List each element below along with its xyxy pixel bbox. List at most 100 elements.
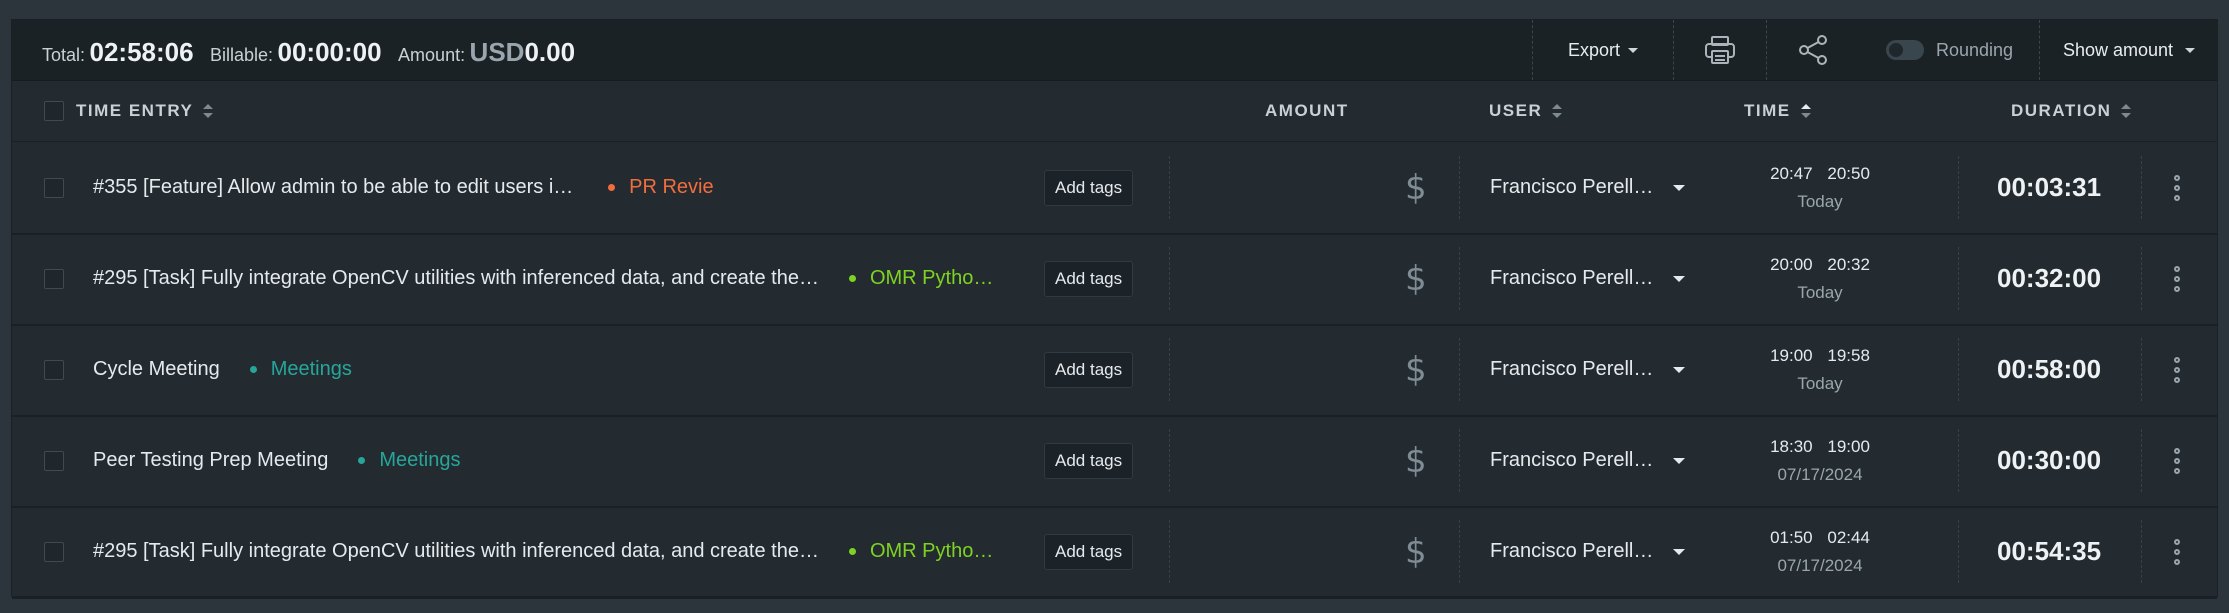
checkbox[interactable]	[44, 359, 64, 380]
add-tags-cell[interactable]: Add tags	[1044, 506, 1134, 597]
dollar-icon[interactable]: $	[1405, 441, 1427, 481]
entry-date[interactable]: Today	[1797, 374, 1842, 394]
start-time[interactable]: 19:00	[1770, 346, 1813, 365]
add-tags-button[interactable]: Add tags	[1044, 351, 1134, 388]
sort-icon[interactable]	[1552, 104, 1563, 118]
add-tags-cell[interactable]: Add tags	[1044, 415, 1134, 506]
add-tags-button[interactable]: Add tags	[1044, 260, 1134, 297]
duration-value[interactable]: 00:32:00	[1997, 263, 2101, 294]
billable-toggle[interactable]: $	[1405, 142, 1427, 233]
share-button[interactable]	[1767, 20, 1859, 80]
rounding-toggle[interactable]: Rounding	[1867, 20, 2032, 80]
duration-cell[interactable]: 00:03:31	[1997, 142, 2101, 233]
duration-value[interactable]: 00:03:31	[1997, 172, 2101, 203]
add-tags-button[interactable]: Add tags	[1044, 533, 1134, 570]
description-cell[interactable]: #295 [Task] Fully integrate OpenCV utili…	[93, 506, 1033, 597]
billable-toggle[interactable]: $	[1405, 415, 1427, 506]
start-time[interactable]: 18:30	[1770, 437, 1813, 456]
entry-description[interactable]: Peer Testing Prep Meeting	[93, 449, 328, 472]
entry-description[interactable]: #295 [Task] Fully integrate OpenCV utili…	[93, 540, 819, 563]
sort-icon[interactable]	[2121, 104, 2132, 118]
time-range[interactable]: 20:00 20:32 Today	[1750, 233, 1890, 324]
billable-toggle[interactable]: $	[1405, 233, 1427, 324]
row-checkbox[interactable]	[44, 324, 64, 415]
sort-icon[interactable]	[1800, 104, 1811, 118]
column-user[interactable]: USER	[1489, 81, 1563, 141]
description-cell[interactable]: Cycle Meeting Meetings	[93, 324, 713, 415]
user-select[interactable]: Francisco Perell…	[1490, 506, 1686, 597]
billable-toggle[interactable]: $	[1405, 324, 1427, 415]
column-time[interactable]: TIME	[1744, 81, 1811, 141]
user-select[interactable]: Francisco Perell…	[1490, 415, 1686, 506]
duration-cell[interactable]: 00:54:35	[1997, 506, 2101, 597]
select-all-checkbox[interactable]	[44, 81, 64, 141]
dollar-icon[interactable]: $	[1405, 532, 1427, 572]
add-tags-button[interactable]: Add tags	[1044, 442, 1134, 479]
description-cell[interactable]: #295 [Task] Fully integrate OpenCV utili…	[93, 233, 1033, 324]
duration-cell[interactable]: 00:30:00	[1997, 415, 2101, 506]
user-select[interactable]: Francisco Perell…	[1490, 324, 1686, 415]
export-button[interactable]: Export	[1533, 20, 1673, 80]
end-time[interactable]: 02:44	[1827, 528, 1870, 547]
entry-date[interactable]: 07/17/2024	[1777, 556, 1862, 576]
checkbox[interactable]	[44, 101, 64, 121]
checkbox[interactable]	[44, 541, 64, 562]
column-duration[interactable]: DURATION	[2011, 81, 2132, 141]
checkbox[interactable]	[44, 450, 64, 471]
end-time[interactable]: 19:58	[1827, 346, 1870, 365]
end-time[interactable]: 19:00	[1827, 437, 1870, 456]
dollar-icon[interactable]: $	[1405, 259, 1427, 299]
table-row[interactable]: #295 [Task] Fully integrate OpenCV utili…	[12, 233, 2217, 326]
show-amount-dropdown[interactable]: Show amount	[2040, 20, 2218, 80]
duration-value[interactable]: 00:58:00	[1997, 354, 2101, 385]
more-options-icon[interactable]	[2174, 506, 2180, 597]
description-cell[interactable]: Peer Testing Prep Meeting Meetings	[93, 415, 713, 506]
more-options-icon[interactable]	[2174, 324, 2180, 415]
entry-date[interactable]: Today	[1797, 283, 1842, 303]
add-tags-cell[interactable]: Add tags	[1044, 233, 1134, 324]
time-range[interactable]: 20:47 20:50 Today	[1750, 142, 1890, 233]
description-cell[interactable]: #355 [Feature] Allow admin to be able to…	[93, 142, 713, 233]
time-range[interactable]: 19:00 19:58 Today	[1750, 324, 1890, 415]
print-button[interactable]	[1674, 20, 1766, 80]
duration-cell[interactable]: 00:58:00	[1997, 324, 2101, 415]
more-options-icon[interactable]	[2174, 415, 2180, 506]
duration-value[interactable]: 00:54:35	[1997, 536, 2101, 567]
user-select[interactable]: Francisco Perell…	[1490, 142, 1686, 233]
end-time[interactable]: 20:50	[1827, 164, 1870, 183]
add-tags-cell[interactable]: Add tags	[1044, 142, 1134, 233]
time-range[interactable]: 18:30 19:00 07/17/2024	[1750, 415, 1890, 506]
row-checkbox[interactable]	[44, 506, 64, 597]
entry-date[interactable]: 07/17/2024	[1777, 465, 1862, 485]
table-row[interactable]: Cycle Meeting Meetings Add tags $ Franci…	[12, 324, 2217, 417]
table-row[interactable]: #355 [Feature] Allow admin to be able to…	[12, 142, 2217, 235]
toggle-switch[interactable]	[1885, 40, 1924, 60]
column-time-entry[interactable]: TIME ENTRY	[76, 81, 214, 141]
entry-description[interactable]: Cycle Meeting	[93, 358, 220, 381]
project-label[interactable]: Meetings	[249, 358, 352, 381]
project-label[interactable]: OMR Pytho…	[848, 267, 993, 290]
user-select[interactable]: Francisco Perell…	[1490, 233, 1686, 324]
more-options-icon[interactable]	[2174, 142, 2180, 233]
row-checkbox[interactable]	[44, 415, 64, 506]
billable-toggle[interactable]: $	[1405, 506, 1427, 597]
checkbox[interactable]	[44, 177, 64, 198]
start-time[interactable]: 20:47	[1770, 164, 1813, 183]
row-checkbox[interactable]	[44, 142, 64, 233]
sort-icon[interactable]	[203, 104, 214, 118]
project-label[interactable]: Meetings	[358, 449, 460, 472]
more-options-icon[interactable]	[2174, 233, 2180, 324]
add-tags-cell[interactable]: Add tags	[1044, 324, 1134, 415]
dollar-icon[interactable]: $	[1405, 168, 1427, 208]
entry-date[interactable]: Today	[1797, 192, 1842, 212]
entry-description[interactable]: #295 [Task] Fully integrate OpenCV utili…	[93, 267, 819, 290]
duration-cell[interactable]: 00:32:00	[1997, 233, 2101, 324]
table-row[interactable]: Peer Testing Prep Meeting Meetings Add t…	[12, 415, 2217, 508]
table-row[interactable]: #295 [Task] Fully integrate OpenCV utili…	[12, 506, 2217, 599]
checkbox[interactable]	[44, 268, 64, 289]
time-range[interactable]: 01:50 02:44 07/17/2024	[1750, 506, 1890, 597]
add-tags-button[interactable]: Add tags	[1044, 169, 1134, 206]
end-time[interactable]: 20:32	[1827, 255, 1870, 274]
duration-value[interactable]: 00:30:00	[1997, 445, 2101, 476]
project-label[interactable]: OMR Pytho…	[848, 540, 993, 563]
